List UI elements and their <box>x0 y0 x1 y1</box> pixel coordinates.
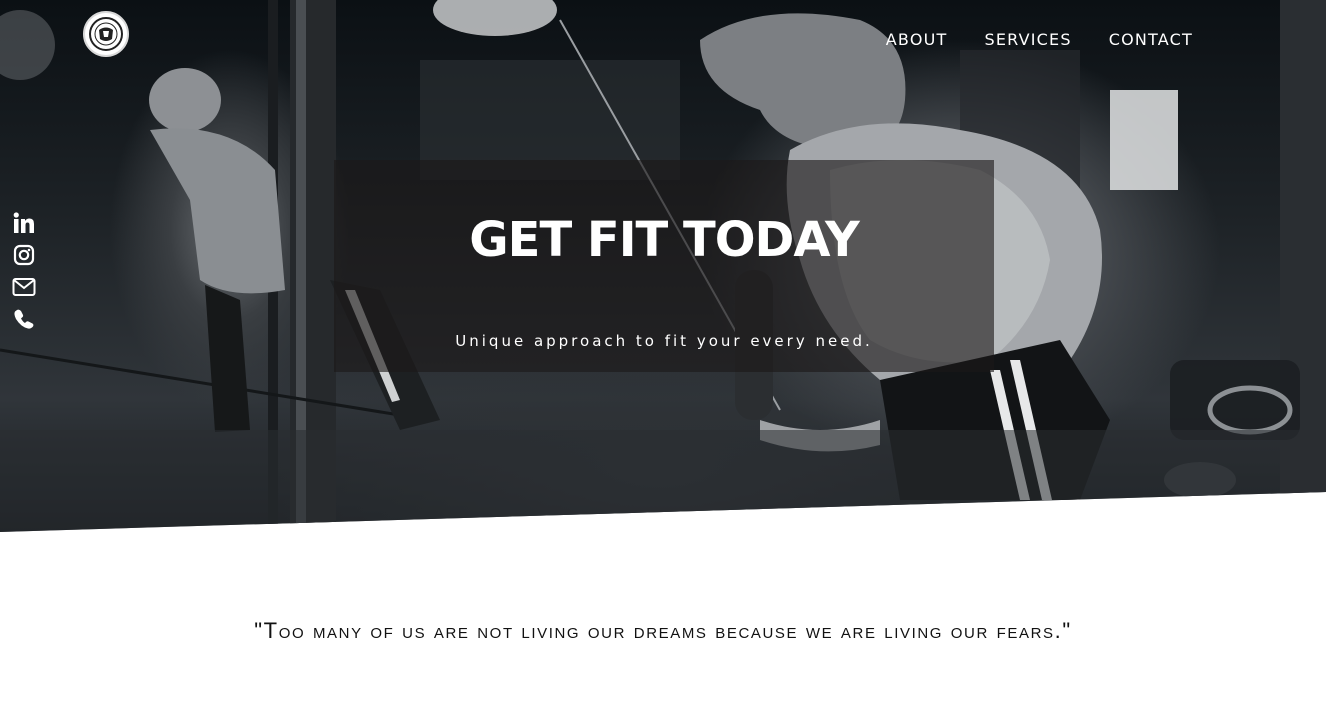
phone-icon[interactable] <box>12 307 36 330</box>
hero-overlay-box: GET FIT TODAY Unique approach to fit you… <box>334 160 994 372</box>
nav-contact[interactable]: CONTACT <box>1109 30 1193 50</box>
quote-text: "Too many of us are not living our dream… <box>254 618 1072 643</box>
main-nav: ABOUT SERVICES CONTACT <box>886 30 1193 50</box>
mail-icon[interactable] <box>12 275 36 298</box>
hero-title: GET FIT TODAY <box>469 212 859 268</box>
linkedin-icon[interactable] <box>12 211 36 234</box>
hero-subtitle: Unique approach to fit your every need. <box>455 332 873 350</box>
hero-section: ABOUT SERVICES CONTACT GET FIT TODAY Uni… <box>0 0 1326 532</box>
social-links <box>12 211 36 330</box>
logo[interactable] <box>83 11 129 57</box>
logo-emblem-icon <box>89 17 123 51</box>
nav-about[interactable]: ABOUT <box>886 30 948 50</box>
landing-page: ABOUT SERVICES CONTACT GET FIT TODAY Uni… <box>0 0 1326 728</box>
instagram-icon[interactable] <box>12 243 36 266</box>
nav-services[interactable]: SERVICES <box>985 30 1072 50</box>
